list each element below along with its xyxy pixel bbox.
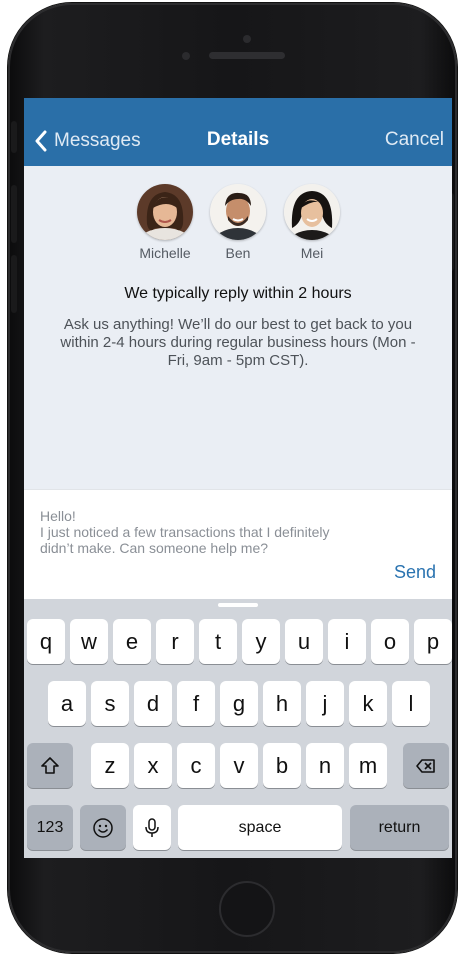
delete-key[interactable]	[403, 743, 449, 788]
key-c[interactable]: c	[177, 743, 215, 788]
numbers-key[interactable]: 123	[27, 805, 73, 850]
key-r[interactable]: r	[156, 619, 194, 664]
key-f[interactable]: f	[177, 681, 215, 726]
emoji-icon	[93, 817, 113, 838]
avatar	[210, 184, 266, 240]
key-h[interactable]: h	[263, 681, 301, 726]
agent-name: Michelle	[139, 245, 191, 261]
key-w[interactable]: w	[70, 619, 108, 664]
volume-up-button	[11, 185, 17, 243]
agent-name: Mei	[300, 245, 324, 261]
app-screen: Messages Details Cancel Michelle Ben Mei…	[24, 98, 452, 858]
agent-name: Ben	[225, 245, 251, 261]
key-s[interactable]: s	[91, 681, 129, 726]
key-q[interactable]: q	[27, 619, 65, 664]
message-input[interactable]: Hello! I just noticed a few transactions…	[40, 508, 360, 556]
avatar	[137, 184, 193, 240]
key-z[interactable]: z	[91, 743, 129, 788]
emoji-key[interactable]	[80, 805, 126, 850]
key-b[interactable]: b	[263, 743, 301, 788]
keyboard-grabber[interactable]	[218, 603, 258, 607]
key-i[interactable]: i	[328, 619, 366, 664]
cancel-button[interactable]: Cancel	[385, 129, 444, 151]
key-o[interactable]: o	[371, 619, 409, 664]
key-l[interactable]: l	[392, 681, 430, 726]
front-camera	[243, 35, 251, 43]
key-k[interactable]: k	[349, 681, 387, 726]
support-agents: Michelle Ben Mei	[24, 184, 452, 264]
return-key[interactable]: return	[350, 805, 449, 850]
agent-mei: Mei	[272, 184, 352, 261]
key-a[interactable]: a	[48, 681, 86, 726]
message-composer: Hello! I just noticed a few transactions…	[24, 489, 452, 599]
proximity-sensor	[182, 52, 190, 60]
key-u[interactable]: u	[285, 619, 323, 664]
dictation-key[interactable]	[133, 805, 171, 850]
avatar	[284, 184, 340, 240]
key-n[interactable]: n	[306, 743, 344, 788]
key-e[interactable]: e	[113, 619, 151, 664]
agent-michelle: Michelle	[125, 184, 205, 261]
key-d[interactable]: d	[134, 681, 172, 726]
key-v[interactable]: v	[220, 743, 258, 788]
key-g[interactable]: g	[220, 681, 258, 726]
microphone-icon	[145, 817, 159, 837]
reply-time-description: Ask us anything! We’ll do our best to ge…	[60, 316, 416, 369]
send-button[interactable]: Send	[394, 562, 436, 583]
earpiece-speaker	[209, 52, 285, 59]
agent-ben: Ben	[198, 184, 278, 261]
key-m[interactable]: m	[349, 743, 387, 788]
keyboard: q w e r t y u i o p a s d f g h j k l z …	[24, 599, 452, 858]
delete-icon	[416, 758, 435, 773]
shift-icon	[41, 756, 59, 774]
space-key[interactable]: space	[178, 805, 342, 850]
shift-key[interactable]	[27, 743, 73, 788]
key-x[interactable]: x	[134, 743, 172, 788]
volume-down-button	[11, 255, 17, 313]
mute-switch	[11, 121, 17, 153]
key-t[interactable]: t	[199, 619, 237, 664]
home-button[interactable]	[219, 881, 275, 937]
reply-time-heading: We typically reply within 2 hours	[124, 285, 352, 302]
key-y[interactable]: y	[242, 619, 280, 664]
key-p[interactable]: p	[414, 619, 452, 664]
navigation-bar: Messages Details Cancel	[24, 98, 452, 166]
key-j[interactable]: j	[306, 681, 344, 726]
